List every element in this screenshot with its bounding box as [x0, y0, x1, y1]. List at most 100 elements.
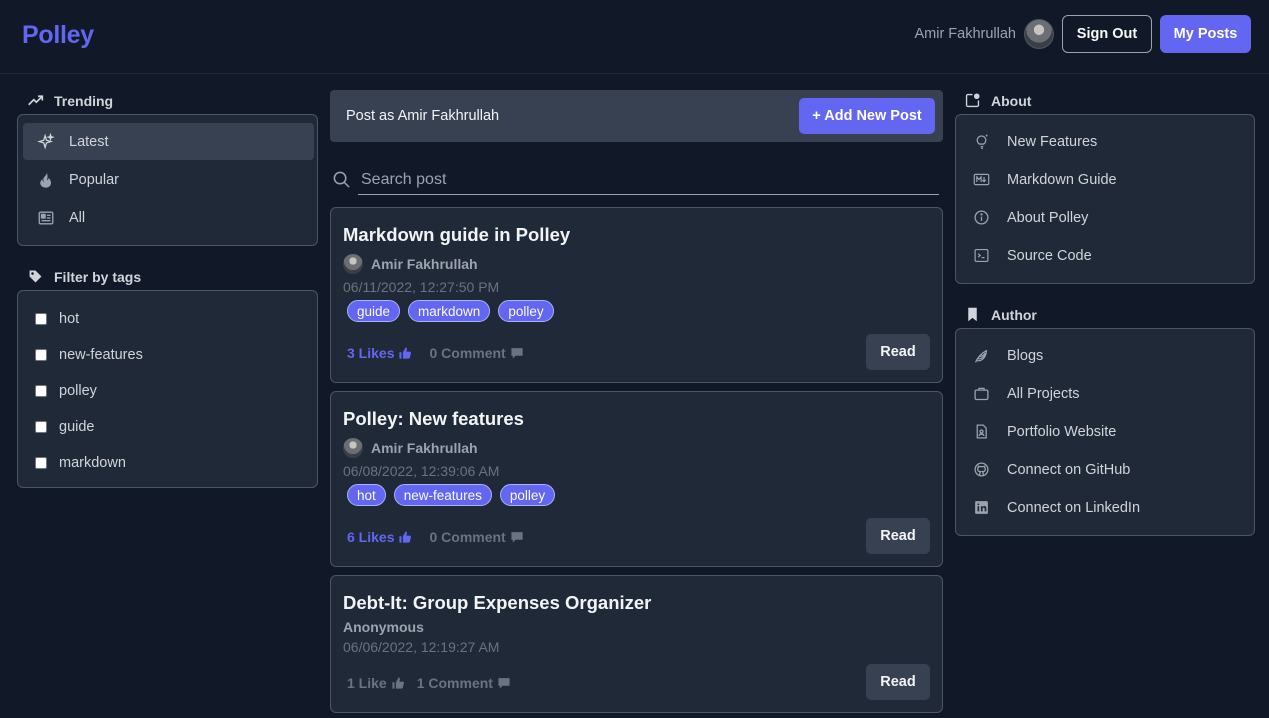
tag-checkbox[interactable] — [35, 385, 47, 397]
tag-filter-polley[interactable]: polley — [35, 383, 97, 399]
comment-icon — [511, 532, 523, 543]
post-tag[interactable]: guide — [347, 300, 401, 322]
github-icon — [974, 462, 989, 477]
like-button[interactable]: 3 Likes — [347, 345, 412, 361]
tag-checkbox[interactable] — [35, 313, 47, 325]
link-markdown-guide[interactable]: Markdown Guide — [973, 171, 1117, 188]
user-name: Amir Fakhrullah — [914, 26, 1016, 42]
link-about-polley[interactable]: About Polley — [973, 209, 1088, 226]
tag-filter-label: markdown — [59, 455, 126, 471]
post-title[interactable]: Markdown guide in Polley — [343, 224, 570, 246]
sign-out-button[interactable]: Sign Out — [1062, 15, 1152, 53]
post-date: 06/08/2022, 12:39:06 AM — [343, 463, 500, 479]
post-meta: 1 Like 1 Comment — [347, 675, 511, 691]
comment-button[interactable]: 1 Comment — [417, 675, 511, 691]
author-avatar — [343, 438, 363, 458]
trend-latest-label: Latest — [69, 133, 109, 150]
link-blogs[interactable]: Blogs — [973, 347, 1043, 364]
trending-up-icon — [28, 95, 44, 106]
post-title[interactable]: Debt-It: Group Expenses Organizer — [343, 592, 651, 614]
author-name: Amir Fakhrullah — [371, 440, 478, 456]
link-github[interactable]: Connect on GitHub — [973, 461, 1130, 478]
terminal-icon — [974, 248, 989, 263]
post-card[interactable]: Polley: New features Amir Fakhrullah 06/… — [330, 391, 943, 567]
briefcase-icon — [974, 387, 989, 401]
comments-count: 1 Comment — [416, 675, 493, 691]
bookmark-icon — [968, 307, 977, 322]
my-posts-button[interactable]: My Posts — [1160, 15, 1251, 53]
tag-filter-label: hot — [59, 311, 80, 327]
link-source-code[interactable]: Source Code — [973, 247, 1092, 264]
info-icon — [974, 210, 989, 225]
post-author: Amir Fakhrullah — [343, 438, 478, 458]
add-new-post-button[interactable]: + Add New Post — [799, 98, 935, 134]
trend-all-label: All — [69, 209, 86, 226]
tag-filter-hot[interactable]: hot — [35, 311, 79, 327]
post-tag[interactable]: new-features — [393, 484, 492, 506]
document-icon — [976, 424, 987, 439]
about-panel: New Features Markdown Guide About Polley… — [955, 114, 1255, 284]
comment-icon — [511, 348, 523, 359]
trending-title: Trending — [54, 92, 114, 109]
post-tag[interactable]: hot — [347, 484, 386, 506]
tag-checkbox[interactable] — [35, 421, 47, 433]
link-all-projects[interactable]: All Projects — [973, 385, 1080, 402]
trend-latest[interactable]: Latest — [23, 123, 314, 160]
post-card[interactable]: Markdown guide in Polley Amir Fakhrullah… — [330, 207, 943, 383]
sparkles-icon — [37, 132, 55, 150]
search-bar — [330, 166, 940, 196]
link-label: Source Code — [1007, 247, 1092, 264]
search-icon — [333, 171, 350, 188]
linkedin-icon — [975, 501, 988, 514]
post-meta: 3 Likes 0 Comment — [347, 345, 524, 361]
comments-count: 0 Comment — [429, 345, 506, 361]
post-tag[interactable]: polley — [498, 300, 554, 322]
trend-popular[interactable]: Popular — [23, 161, 314, 198]
like-button[interactable]: 6 Likes — [347, 529, 412, 545]
post-tag[interactable]: polley — [499, 484, 556, 506]
link-linkedin[interactable]: Connect on LinkedIn — [973, 499, 1140, 516]
tag-filter-label: polley — [59, 383, 97, 399]
trend-popular-label: Popular — [69, 171, 119, 188]
app-logo[interactable]: Polley — [22, 21, 94, 50]
tag-filter-markdown[interactable]: markdown — [35, 455, 126, 471]
trend-all[interactable]: All — [23, 199, 314, 236]
user-avatar[interactable] — [1024, 19, 1054, 49]
feather-icon — [974, 349, 988, 363]
tag-icon — [29, 270, 42, 283]
likes-count: 3 Likes — [347, 345, 395, 361]
link-label: Blogs — [1007, 347, 1044, 364]
author-title: Author — [991, 306, 1037, 323]
link-label: Connect on GitHub — [1007, 461, 1131, 478]
post-tags: hot new-features polley — [347, 484, 556, 506]
post-title[interactable]: Polley: New features — [343, 408, 524, 430]
likes-count: 1 Like — [347, 675, 387, 691]
author-name: Anonymous — [343, 619, 424, 635]
link-label: New Features — [1007, 133, 1098, 150]
link-label: All Projects — [1007, 385, 1080, 402]
read-button[interactable]: Read — [866, 664, 930, 700]
link-new-features[interactable]: New Features — [973, 133, 1097, 150]
tag-checkbox[interactable] — [35, 349, 47, 361]
author-heading: Author — [964, 306, 1037, 323]
lightbulb-icon — [976, 134, 988, 149]
like-button[interactable]: 1 Like — [347, 675, 405, 691]
thumbs-up-icon — [399, 347, 412, 359]
post-card[interactable]: Debt-It: Group Expenses Organizer Anonym… — [330, 575, 943, 713]
notification-square-icon — [965, 93, 980, 108]
comment-button[interactable]: 0 Comment — [429, 345, 523, 361]
post-tags: guide markdown polley — [347, 300, 554, 322]
top-navbar: Polley Amir Fakhrullah Sign Out My Posts — [0, 0, 1269, 74]
link-label: About Polley — [1007, 209, 1089, 226]
search-input[interactable] — [358, 166, 939, 195]
author-panel: Blogs All Projects Portfolio Website Con… — [955, 328, 1255, 536]
read-button[interactable]: Read — [866, 334, 930, 370]
tag-filter-new-features[interactable]: new-features — [35, 347, 143, 363]
post-date: 06/11/2022, 12:27:50 PM — [343, 279, 500, 295]
post-tag[interactable]: markdown — [408, 300, 491, 322]
read-button[interactable]: Read — [866, 518, 930, 554]
comment-button[interactable]: 0 Comment — [429, 529, 523, 545]
tag-checkbox[interactable] — [35, 457, 47, 469]
link-portfolio-website[interactable]: Portfolio Website — [973, 423, 1116, 440]
tag-filter-guide[interactable]: guide — [35, 419, 94, 435]
